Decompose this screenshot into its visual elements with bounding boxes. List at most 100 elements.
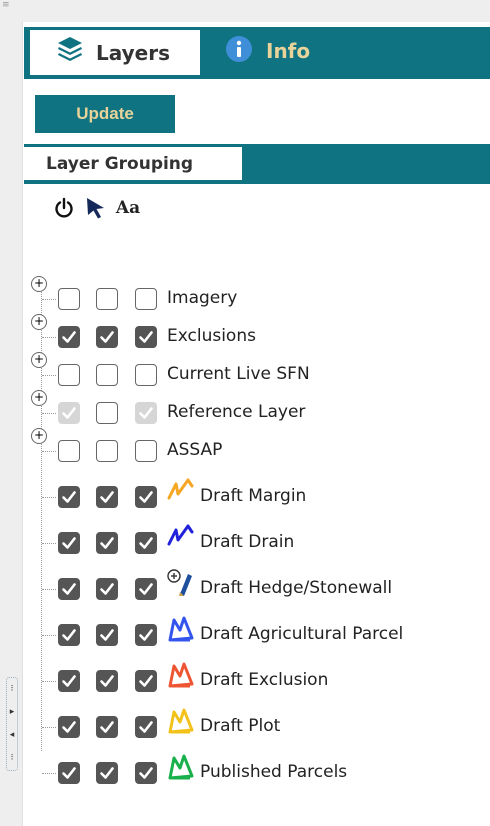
tree-branch-line <box>42 413 56 414</box>
tree-branch-line <box>42 681 56 682</box>
layer-checkbox[interactable] <box>135 486 157 508</box>
polygon-symbol-icon <box>166 752 196 782</box>
grip-icon: ⁝ <box>10 684 14 694</box>
layer-checkbox[interactable] <box>135 716 157 738</box>
layer-checkbox[interactable] <box>58 624 80 646</box>
layer-label: Draft Exclusion <box>200 670 329 690</box>
layer-checkbox[interactable] <box>58 486 80 508</box>
tab-info[interactable]: Info <box>214 27 414 75</box>
tree-branch-line <box>42 635 56 636</box>
layer-row: + Imagery <box>24 276 490 316</box>
layer-checkbox[interactable] <box>96 402 118 424</box>
expand-icon[interactable]: + <box>31 390 47 406</box>
power-icon[interactable] <box>52 196 76 220</box>
line-symbol-icon <box>166 522 196 552</box>
layer-label: Draft Margin <box>200 486 307 506</box>
layer-checkbox[interactable] <box>58 716 80 738</box>
info-icon <box>224 34 254 69</box>
layer-checkbox[interactable] <box>135 364 157 386</box>
layer-checkbox[interactable] <box>58 670 80 692</box>
layer-checkbox[interactable] <box>96 578 118 600</box>
tree-branch-line <box>42 375 56 376</box>
tree-branch-line <box>42 727 56 728</box>
layer-checkbox[interactable] <box>135 762 157 784</box>
top-strip: ≡ <box>0 0 490 22</box>
layer-checkbox[interactable] <box>135 288 157 310</box>
tree-branch-line <box>42 299 56 300</box>
layer-label: Draft Agricultural Parcel <box>200 624 404 644</box>
layer-checkbox[interactable] <box>58 288 80 310</box>
tree-branch-line <box>42 497 56 498</box>
layer-row: + ASSAP <box>24 428 490 468</box>
layer-checkbox[interactable] <box>135 578 157 600</box>
layer-checkbox[interactable] <box>135 624 157 646</box>
tab-underline <box>24 75 490 79</box>
layer-checkbox[interactable] <box>96 670 118 692</box>
layer-label: Imagery <box>167 288 238 308</box>
expand-icon[interactable]: + <box>31 352 47 368</box>
layer-row: Draft Exclusion <box>24 662 490 698</box>
layer-checkbox[interactable] <box>135 532 157 554</box>
layer-checkbox[interactable] <box>58 762 80 784</box>
layer-row: Draft Agricultural Parcel <box>24 616 490 652</box>
arrow-left-icon: ◂ <box>9 730 15 740</box>
layer-checkbox[interactable] <box>96 486 118 508</box>
text-icon[interactable]: Aa <box>116 196 140 220</box>
tree-branch-line <box>42 337 56 338</box>
layer-checkbox[interactable] <box>96 532 118 554</box>
panel-resize-handle[interactable]: ⁝ ▸ ◂ ⁝ <box>6 677 18 771</box>
layer-checkbox[interactable] <box>58 578 80 600</box>
layer-checkbox[interactable] <box>58 364 80 386</box>
line-symbol-icon <box>166 476 196 506</box>
grip-icon: ⁝ <box>10 753 14 763</box>
polygon-symbol-icon <box>166 660 196 690</box>
expand-icon[interactable]: + <box>31 314 47 330</box>
layer-row: Draft Margin <box>24 478 490 514</box>
layer-label: Draft Hedge/Stonewall <box>200 578 393 598</box>
select-arrow-icon[interactable] <box>84 196 108 220</box>
tab-layers[interactable]: Layers <box>30 27 200 75</box>
polygon-symbol-icon <box>166 706 196 736</box>
layers-panel: Layers Info Update Layer Grouping Aa + I… <box>24 22 490 826</box>
layer-row: + Exclusions <box>24 314 490 354</box>
tab-layer-grouping-label: Layer Grouping <box>46 153 194 174</box>
layer-grouping-bar: Layer Grouping <box>24 144 490 184</box>
menu-icon: ≡ <box>2 0 10 10</box>
layer-label: Reference Layer <box>167 402 306 422</box>
layer-row: Draft Drain <box>24 524 490 560</box>
tab-info-label: Info <box>266 39 311 63</box>
layer-checkbox[interactable] <box>135 670 157 692</box>
layer-checkbox[interactable] <box>96 364 118 386</box>
arrow-right-icon: ▸ <box>9 707 15 717</box>
layer-checkbox <box>58 402 80 424</box>
layer-checkbox[interactable] <box>135 440 157 462</box>
layer-label: ASSAP <box>167 440 223 460</box>
expand-icon[interactable]: + <box>31 428 47 444</box>
layer-checkbox[interactable] <box>96 326 118 348</box>
layer-checkbox[interactable] <box>96 716 118 738</box>
layer-row: Draft Plot <box>24 708 490 744</box>
layer-checkbox[interactable] <box>58 440 80 462</box>
layer-grouping-bar-fill <box>242 144 490 180</box>
layer-checkbox[interactable] <box>58 532 80 554</box>
layer-row: + Reference Layer <box>24 390 490 430</box>
layer-checkbox[interactable] <box>96 440 118 462</box>
layer-checkbox[interactable] <box>58 326 80 348</box>
layer-checkbox <box>135 402 157 424</box>
left-splitter: ⁝ ▸ ◂ ⁝ <box>0 22 23 826</box>
tab-layers-label: Layers <box>96 40 170 65</box>
layer-checkbox[interactable] <box>96 624 118 646</box>
layer-checkbox[interactable] <box>96 762 118 784</box>
update-button[interactable]: Update <box>35 95 175 133</box>
layers-icon <box>56 35 84 70</box>
tree-branch-line <box>42 773 56 774</box>
layer-row: Draft Hedge/Stonewall <box>24 569 490 606</box>
layer-row: Published Parcels <box>24 754 490 790</box>
polygon-symbol-icon <box>166 614 196 644</box>
tab-layer-grouping[interactable]: Layer Grouping <box>24 144 242 180</box>
layer-tools: Aa <box>52 196 140 220</box>
layer-checkbox[interactable] <box>96 288 118 310</box>
layer-label: Published Parcels <box>200 762 348 782</box>
expand-icon[interactable]: + <box>31 276 47 292</box>
layer-checkbox[interactable] <box>135 326 157 348</box>
